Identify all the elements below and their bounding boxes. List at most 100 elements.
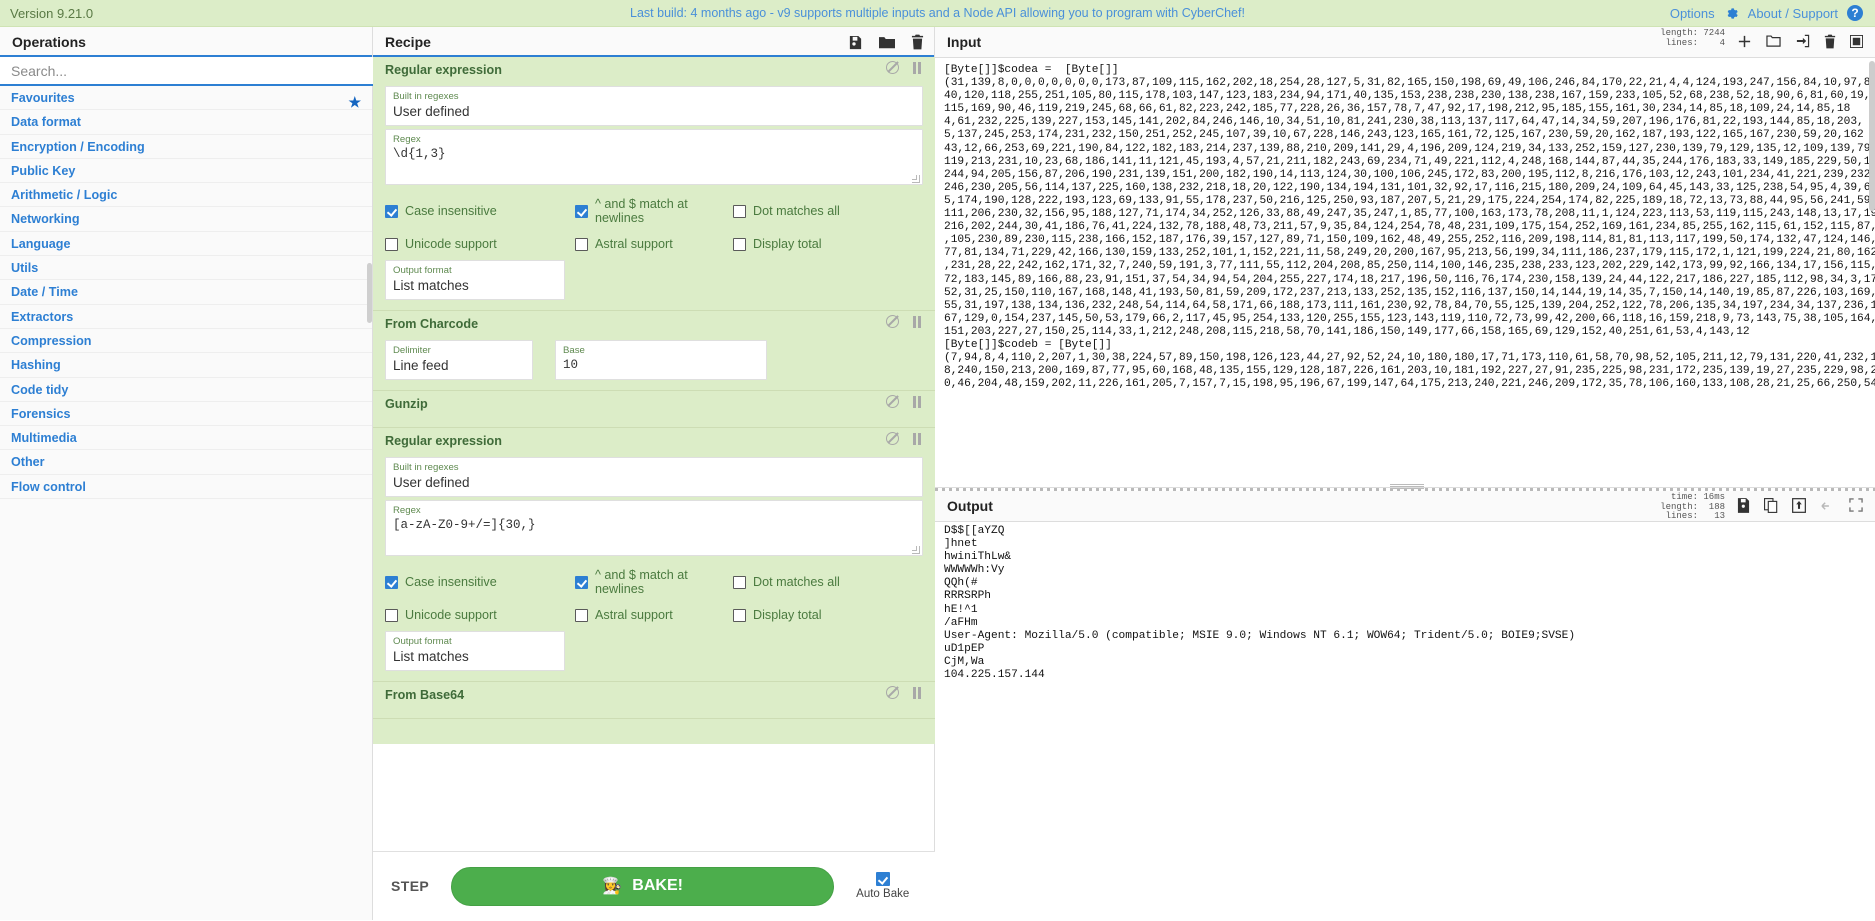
checkbox-box[interactable] <box>575 575 588 589</box>
step-button[interactable]: STEP <box>391 878 429 894</box>
reset-pane-layout-icon[interactable] <box>1850 34 1863 51</box>
operations-category-public-key[interactable]: Public Key <box>0 158 372 184</box>
checkbox-case-insensitive[interactable]: Case insensitive <box>385 197 575 225</box>
recipe-operation[interactable]: Regular expression Built in regexes User d… <box>373 428 935 682</box>
auto-bake-checkbox[interactable] <box>875 872 890 886</box>
set-breakpoint-icon[interactable] <box>913 315 923 328</box>
meta-lines: lines: 4 <box>1660 37 1725 48</box>
argument-field[interactable]: Base 10 <box>555 340 767 380</box>
output-textarea[interactable]: D$$[[aYZQ ]hnet hwiniThLw& WWWWWh:Vy QQh… <box>935 519 1875 921</box>
set-breakpoint-icon[interactable] <box>913 432 923 445</box>
operations-category-compression[interactable]: Compression <box>0 328 372 354</box>
operations-category-multimedia[interactable]: Multimedia <box>0 426 372 451</box>
operation-header[interactable]: From Charcode <box>373 311 935 337</box>
checkbox-and-match-at-newlines[interactable]: ^ and $ match at newlines <box>575 568 733 596</box>
argument-field[interactable]: Built in regexes User defined <box>385 86 923 126</box>
recipe-panel: Recipe Regular expression Built in regexe… <box>373 27 935 920</box>
argument-field[interactable]: Delimiter Line feed <box>385 340 533 380</box>
operation-header[interactable]: Gunzip <box>373 391 935 417</box>
operations-category-forensics[interactable]: Forensics <box>0 401 372 427</box>
operations-category-data-format[interactable]: Data format <box>0 110 372 135</box>
replace-input-with-output-icon[interactable] <box>1792 497 1806 516</box>
bake-button[interactable]: 👩‍🍳 BAKE! <box>451 866 835 906</box>
operations-category-encryption-encoding[interactable]: Encryption / Encoding <box>0 134 372 159</box>
disable-operation-icon[interactable] <box>886 61 899 74</box>
operation-header[interactable]: Regular expression <box>373 57 935 83</box>
checkbox-and-match-at-newlines[interactable]: ^ and $ match at newlines <box>575 197 733 225</box>
checkbox-box[interactable] <box>733 237 746 251</box>
argument-field[interactable]: Regex \d{1,3} <box>385 129 923 185</box>
gear-icon[interactable] <box>1724 6 1739 21</box>
checkbox-box[interactable] <box>385 204 398 218</box>
maximise-output-icon[interactable] <box>1849 498 1863 515</box>
checkbox-box[interactable] <box>385 575 398 589</box>
checkbox-display-total[interactable]: Display total <box>733 608 873 622</box>
operations-category-favourites[interactable]: Favourites ★ <box>0 86 372 111</box>
operations-category-hashing[interactable]: Hashing <box>0 353 372 378</box>
checkbox-unicode-support[interactable]: Unicode support <box>385 237 575 251</box>
operations-category-arithmetic-logic[interactable]: Arithmetic / Logic <box>0 183 372 208</box>
operations-category-date-time[interactable]: Date / Time <box>0 280 372 305</box>
checkbox-astral-support[interactable]: Astral support <box>575 608 733 622</box>
operations-category-flow-control[interactable]: Flow control <box>0 474 372 500</box>
operations-category-language[interactable]: Language <box>0 231 372 257</box>
set-breakpoint-icon[interactable] <box>913 686 923 699</box>
recipe-operation[interactable]: Regular expression Built in regexes User d… <box>373 57 935 311</box>
save-output-icon[interactable] <box>1737 497 1750 516</box>
load-recipe-icon[interactable] <box>879 35 895 50</box>
recipe-operation[interactable]: From Base64 <box>373 682 935 719</box>
set-breakpoint-icon[interactable] <box>913 61 923 74</box>
set-breakpoint-icon[interactable] <box>913 395 923 408</box>
input-textarea[interactable]: [Byte[]]$codea = [Byte[]] (31,139,8,0,0,… <box>935 58 1875 487</box>
undo-bake-icon[interactable] <box>1820 499 1835 515</box>
checkbox-box[interactable] <box>575 204 588 218</box>
question-circle-icon[interactable]: ? <box>1847 5 1863 21</box>
about-support-link[interactable]: About / Support <box>1748 6 1838 21</box>
operations-category-utils[interactable]: Utils <box>0 256 372 281</box>
operation-header[interactable]: Regular expression <box>373 428 935 454</box>
operations-category-networking[interactable]: Networking <box>0 207 372 232</box>
recipe-operation-list[interactable]: Regular expression Built in regexes User d… <box>373 57 935 744</box>
argument-field[interactable]: Output format List matches <box>385 631 565 671</box>
checkbox-case-insensitive[interactable]: Case insensitive <box>385 568 575 596</box>
disable-operation-icon[interactable] <box>886 686 899 699</box>
checkbox-dot-matches-all[interactable]: Dot matches all <box>733 568 873 596</box>
operations-scrollbar[interactable] <box>367 263 372 323</box>
operation-header[interactable]: From Base64 <box>373 682 935 708</box>
checkbox-display-total[interactable]: Display total <box>733 237 873 251</box>
argument-field[interactable]: Built in regexes User defined <box>385 457 923 497</box>
checkbox-box[interactable] <box>733 575 746 589</box>
open-file-as-input-icon[interactable] <box>1795 34 1810 51</box>
recipe-operation[interactable]: Gunzip <box>373 391 935 428</box>
operations-category-code-tidy[interactable]: Code tidy <box>0 377 372 402</box>
disable-operation-icon[interactable] <box>886 395 899 408</box>
checkbox-box[interactable] <box>733 204 746 218</box>
auto-bake-toggle[interactable]: Auto Bake <box>856 872 909 900</box>
checkbox-unicode-support[interactable]: Unicode support <box>385 608 575 622</box>
checkbox-box[interactable] <box>385 237 398 251</box>
clear-input-icon[interactable] <box>1824 34 1836 52</box>
checkbox-astral-support[interactable]: Astral support <box>575 237 733 251</box>
argument-field[interactable]: Regex [a-zA-Z0-9+/=]{30,} <box>385 500 923 556</box>
clear-recipe-icon[interactable] <box>911 34 924 50</box>
checkbox-dot-matches-all[interactable]: Dot matches all <box>733 197 873 225</box>
checkbox-box[interactable] <box>575 237 588 251</box>
search-input[interactable] <box>0 57 373 86</box>
checkbox-box[interactable] <box>733 608 746 622</box>
disable-operation-icon[interactable] <box>886 432 899 445</box>
add-input-tab-icon[interactable] <box>1737 34 1752 52</box>
save-recipe-icon[interactable] <box>848 35 863 50</box>
operations-category-other[interactable]: Other <box>0 450 372 475</box>
copy-output-icon[interactable] <box>1764 497 1778 516</box>
input-scrollbar[interactable] <box>1869 61 1875 211</box>
checkbox-box[interactable] <box>385 608 398 622</box>
options-link[interactable]: Options <box>1670 6 1715 21</box>
checkbox-box[interactable] <box>575 608 588 622</box>
recipe-operation[interactable]: From Charcode Delimiter Line feed Base 10 <box>373 311 935 391</box>
argument-field[interactable]: Output format List matches <box>385 260 565 300</box>
open-folder-icon[interactable] <box>1766 34 1781 51</box>
checkbox-label: Case insensitive <box>405 204 497 218</box>
disable-operation-icon[interactable] <box>886 315 899 328</box>
operations-category-extractors[interactable]: Extractors <box>0 304 372 329</box>
io-splitter-handle[interactable] <box>1390 483 1424 489</box>
